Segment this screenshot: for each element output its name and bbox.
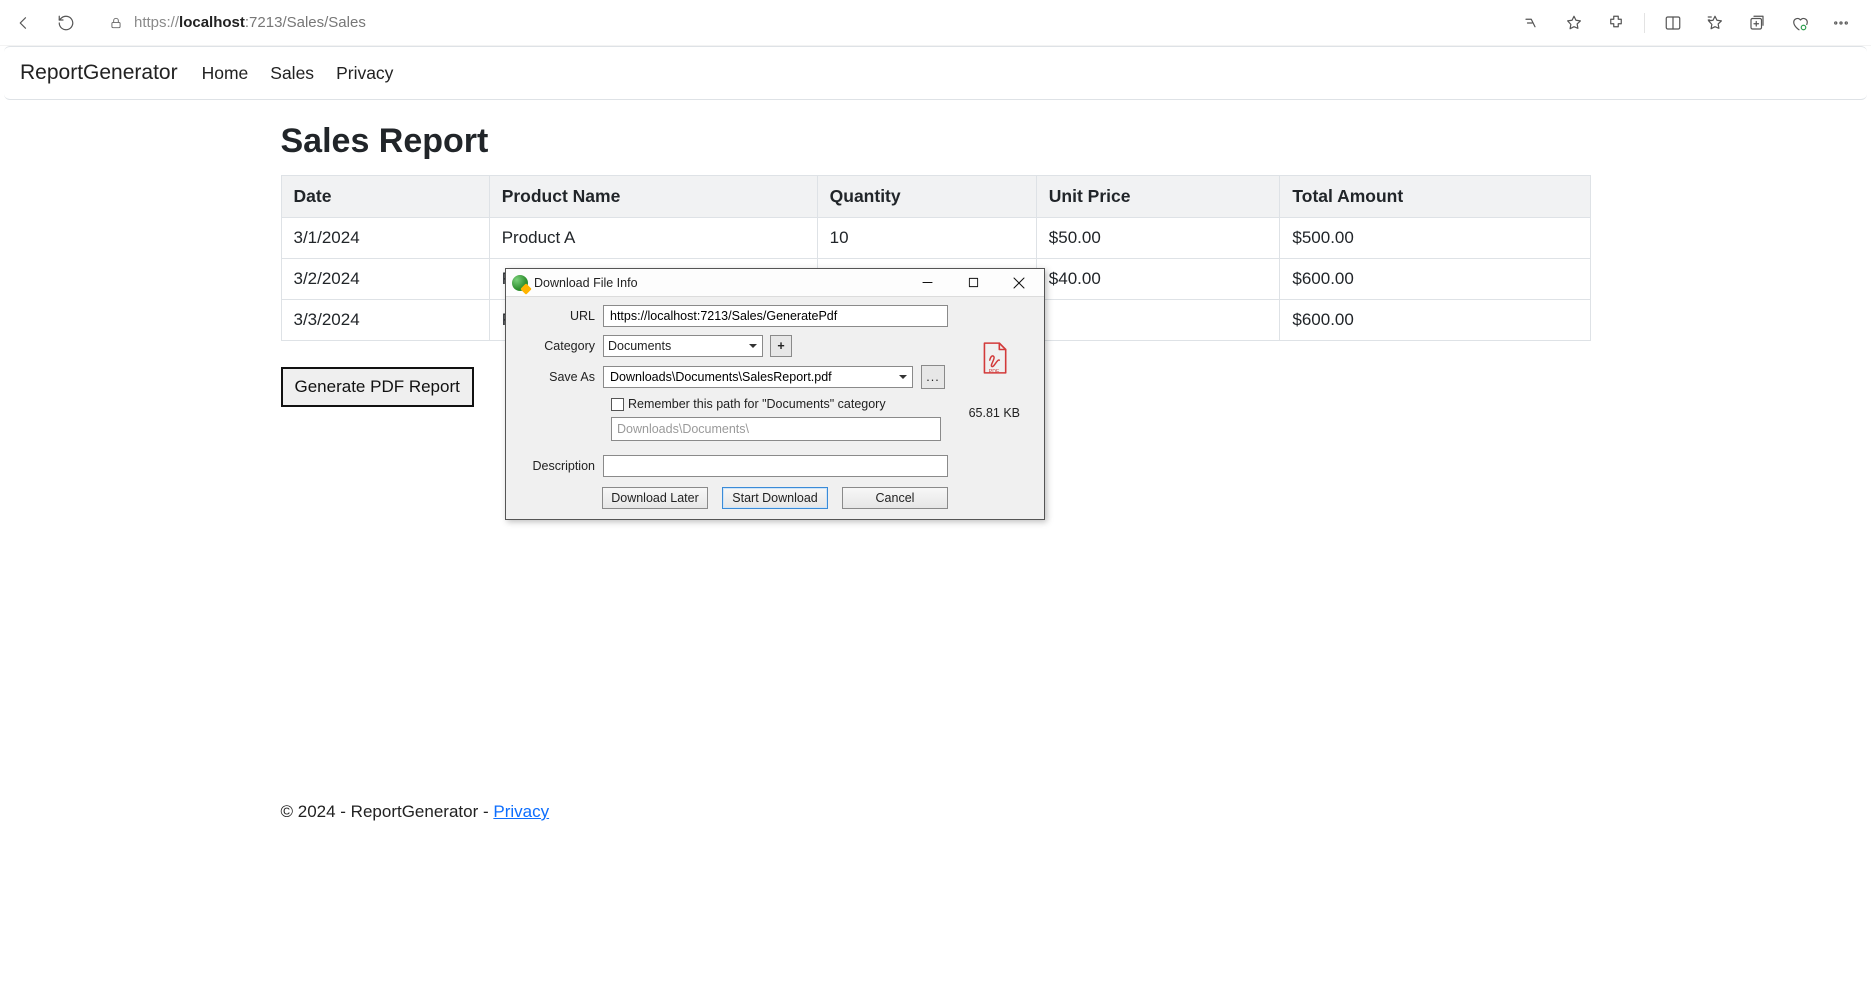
cell-date: 3/3/2024 xyxy=(281,300,489,341)
category-select[interactable]: Documents xyxy=(603,335,763,357)
download-dialog: Download File Info PDF 65.81 KB URL Cate… xyxy=(505,268,1045,520)
address-bar[interactable]: https://localhost:7213/Sales/Sales xyxy=(94,6,1496,40)
back-button[interactable] xyxy=(10,9,38,37)
svg-text:PDF: PDF xyxy=(989,369,1000,375)
idm-logo-icon xyxy=(512,275,528,291)
remember-label: Remember this path for "Documents" categ… xyxy=(628,397,886,411)
cell-date: 3/1/2024 xyxy=(281,218,489,259)
page-title: Sales Report xyxy=(281,122,1591,161)
lock-icon xyxy=(108,15,124,31)
cancel-button[interactable]: Cancel xyxy=(842,487,948,509)
saveas-label: Save As xyxy=(518,370,603,384)
cell-product: Product A xyxy=(489,218,817,259)
minimize-button[interactable] xyxy=(904,269,950,296)
checkbox-icon xyxy=(611,398,624,411)
file-size: 65.81 KB xyxy=(969,406,1020,420)
footer: © 2024 - ReportGenerator - Privacy xyxy=(0,802,1871,822)
table-row: 3/1/2024 Product A 10 $50.00 $500.00 xyxy=(281,218,1590,259)
extensions-icon[interactable] xyxy=(1602,9,1630,37)
nav-link-home[interactable]: Home xyxy=(202,63,249,84)
col-total: Total Amount xyxy=(1280,176,1590,218)
cell-total: $500.00 xyxy=(1280,218,1590,259)
nav-link-sales[interactable]: Sales xyxy=(270,63,314,84)
browser-toolbar: https://localhost:7213/Sales/Sales xyxy=(0,0,1871,46)
toolbar-right xyxy=(1518,9,1861,37)
more-icon[interactable] xyxy=(1827,9,1855,37)
category-label: Category xyxy=(518,339,603,353)
cell-unit xyxy=(1036,300,1280,341)
path-display[interactable]: Downloads\Documents\ xyxy=(611,417,941,441)
dialog-title: Download File Info xyxy=(534,276,638,290)
refresh-button[interactable] xyxy=(52,9,80,37)
favorites-list-icon[interactable] xyxy=(1701,9,1729,37)
download-later-button[interactable]: Download Later xyxy=(602,487,708,509)
browser-essentials-icon[interactable] xyxy=(1785,9,1813,37)
cell-qty: 10 xyxy=(817,218,1036,259)
url-text: https://localhost:7213/Sales/Sales xyxy=(134,14,366,31)
description-label: Description xyxy=(518,459,603,473)
nav-link-privacy[interactable]: Privacy xyxy=(336,63,393,84)
brand[interactable]: ReportGenerator xyxy=(20,61,180,85)
pdf-icon: PDF xyxy=(977,341,1011,375)
col-qty: Quantity xyxy=(817,176,1036,218)
favorite-star-icon[interactable] xyxy=(1560,9,1588,37)
footer-text: © 2024 - ReportGenerator - xyxy=(281,802,494,821)
start-download-button[interactable]: Start Download xyxy=(722,487,828,509)
saveas-field[interactable] xyxy=(603,366,913,388)
col-product: Product Name xyxy=(489,176,817,218)
app-navbar: ReportGenerator Home Sales Privacy xyxy=(4,46,1867,100)
collections-icon[interactable] xyxy=(1743,9,1771,37)
cell-date: 3/2/2024 xyxy=(281,259,489,300)
table-header-row: Date Product Name Quantity Unit Price To… xyxy=(281,176,1590,218)
dialog-titlebar[interactable]: Download File Info xyxy=(506,269,1044,297)
url-field[interactable] xyxy=(603,305,948,327)
read-aloud-icon[interactable] xyxy=(1518,9,1546,37)
generate-pdf-button[interactable]: Generate PDF Report xyxy=(281,367,474,407)
maximize-button[interactable] xyxy=(950,269,996,296)
cell-total: $600.00 xyxy=(1280,300,1590,341)
footer-privacy-link[interactable]: Privacy xyxy=(493,802,549,821)
add-category-button[interactable]: + xyxy=(770,335,792,357)
col-unit: Unit Price xyxy=(1036,176,1280,218)
cell-total: $600.00 xyxy=(1280,259,1590,300)
split-screen-icon[interactable] xyxy=(1659,9,1687,37)
col-date: Date xyxy=(281,176,489,218)
cell-unit: $40.00 xyxy=(1036,259,1280,300)
browse-button[interactable]: ... xyxy=(921,365,945,389)
cell-unit: $50.00 xyxy=(1036,218,1280,259)
url-label: URL xyxy=(518,309,603,323)
close-button[interactable] xyxy=(996,269,1042,296)
divider xyxy=(1644,13,1645,33)
file-preview: PDF 65.81 KB xyxy=(969,341,1020,420)
description-field[interactable] xyxy=(603,455,948,477)
